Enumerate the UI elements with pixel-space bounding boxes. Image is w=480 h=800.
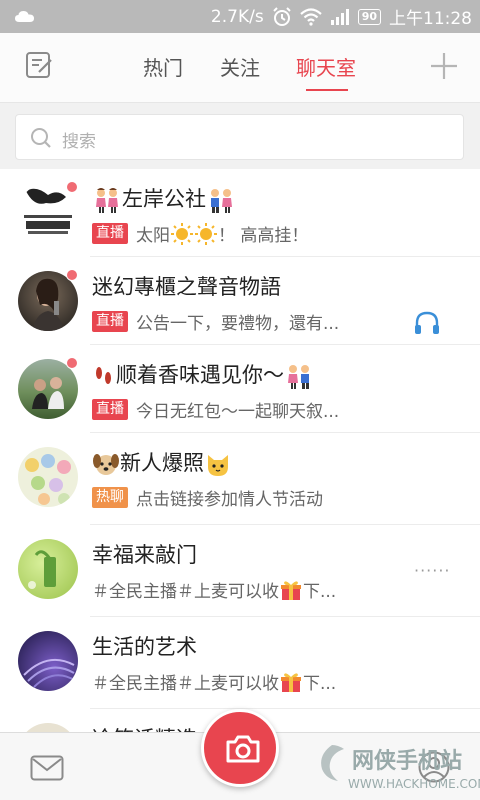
- couple-icon: [211, 189, 232, 213]
- more-dots: ······: [414, 561, 451, 580]
- avatar: [18, 723, 78, 732]
- puppy-icon: [93, 454, 119, 475]
- avatar: [18, 539, 78, 599]
- room-title: 幸福来敲门: [92, 543, 197, 567]
- camera-button[interactable]: [201, 709, 279, 787]
- gift-icon: [281, 672, 301, 692]
- room-title: 冷笑话精选: [92, 723, 197, 732]
- headphone-icon: [415, 311, 439, 334]
- network-speed: 2.7K/s: [210, 6, 264, 27]
- room-title: 生活的艺术: [92, 635, 197, 659]
- tab-follow[interactable]: 关注: [220, 52, 260, 81]
- chatroom-item[interactable]: 新人爆照 热聊 点击链接参加情人节活动: [0, 433, 480, 525]
- couple-icon: [288, 365, 309, 389]
- clock: 上午11:28: [389, 9, 472, 29]
- search-area: 搜索: [0, 103, 480, 169]
- active-tab-indicator: [306, 89, 348, 91]
- unread-dot: [66, 269, 78, 281]
- tab-bar: 热门 关注 聊天室: [0, 33, 480, 103]
- unread-dot: [66, 357, 78, 369]
- cat-icon: [208, 455, 228, 476]
- room-subtitle: ＃全民主播＃上麦可以收 下...: [92, 669, 336, 694]
- wifi-icon: [299, 7, 322, 26]
- chatroom-item[interactable]: 左岸公社 直播 太阳 ！ 高高挂！: [0, 169, 480, 257]
- room-title: 顺着香味遇见你～: [92, 359, 314, 389]
- profile-icon[interactable]: [418, 751, 450, 783]
- hot-badge: 热聊: [92, 487, 128, 508]
- live-badge: 直播: [92, 311, 128, 332]
- unread-dot: [66, 181, 78, 193]
- room-subtitle: ＃全民主播＃上麦可以收 下...: [92, 577, 336, 602]
- search-input[interactable]: 搜索: [15, 114, 464, 160]
- live-badge: 直播: [92, 399, 128, 420]
- chatroom-item[interactable]: 幸福来敲门 ＃全民主播＃上麦可以收 下... ······: [0, 525, 480, 617]
- avatar: [18, 631, 78, 691]
- mail-icon[interactable]: [30, 755, 64, 781]
- couple-girls-icon: [96, 188, 118, 213]
- signal-icon: [330, 8, 349, 25]
- alarm-icon: [272, 6, 291, 26]
- room-subtitle: 热聊 点击链接参加情人节活动: [92, 485, 323, 510]
- gift-icon: [281, 580, 301, 600]
- live-badge: 直播: [92, 223, 128, 244]
- chatroom-item[interactable]: 生活的艺术 ＃全民主播＃上麦可以收 下...: [0, 617, 480, 709]
- search-icon: [31, 128, 51, 148]
- chatroom-item[interactable]: 迷幻專櫃之聲音物語 直播 公告一下，要禮物，還有...: [0, 257, 480, 345]
- chatroom-list: 左岸公社 直播 太阳 ！ 高高挂！ 迷幻專櫃之聲音物語 直播 公告一下，要禮物，…: [0, 169, 480, 732]
- footprints-icon: [96, 367, 111, 384]
- sun-icon: [195, 222, 217, 245]
- plus-icon[interactable]: [428, 50, 460, 82]
- room-subtitle: 直播 公告一下，要禮物，還有...: [92, 309, 339, 334]
- room-title: 新人爆照: [92, 447, 232, 477]
- room-title: 迷幻專櫃之聲音物語: [92, 275, 281, 299]
- battery-indicator: 90: [357, 8, 381, 25]
- chatroom-item[interactable]: 顺着香味遇见你～ 直播 今日无红包～一起聊天叙...: [0, 345, 480, 433]
- room-subtitle: 直播 太阳 ！ 高高挂！: [92, 221, 308, 246]
- tab-chatroom[interactable]: 聊天室: [296, 52, 356, 81]
- cloud-icon: [15, 11, 34, 22]
- room-title: 左岸公社: [92, 183, 236, 213]
- room-subtitle: 直播 今日无红包～一起聊天叙...: [92, 397, 339, 422]
- status-bar: 2.7K/s 90 上午11:28: [0, 0, 480, 33]
- search-placeholder: 搜索: [62, 132, 96, 152]
- sun-icon: [171, 222, 193, 245]
- avatar: [18, 447, 78, 507]
- tab-hot[interactable]: 热门: [143, 52, 183, 81]
- top-nav: 热门 关注 聊天室: [0, 33, 480, 103]
- camera-icon: [226, 735, 260, 763]
